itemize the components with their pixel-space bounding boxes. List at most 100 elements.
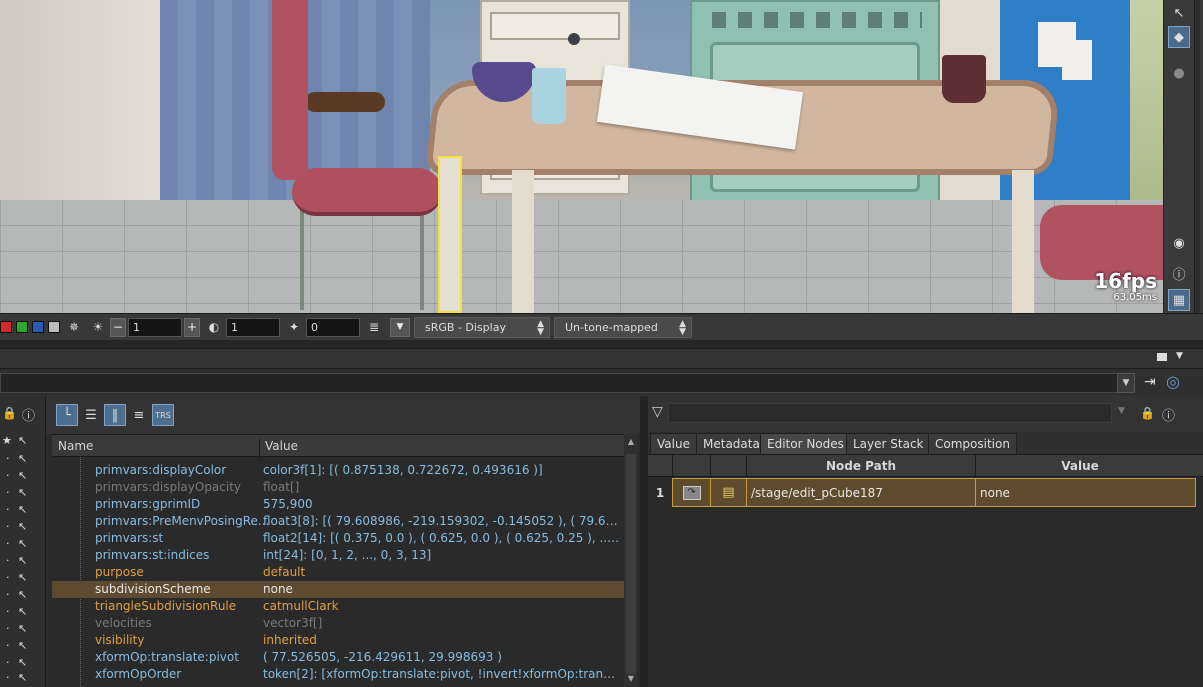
- filter-dropdown-icon[interactable]: ▼: [1118, 406, 1125, 416]
- gamma-icon[interactable]: ✵: [64, 317, 84, 337]
- red-channel-swatch[interactable]: [0, 321, 12, 333]
- property-value: default: [263, 565, 306, 579]
- scene-viewport[interactable]: 16fps 63.05ms: [0, 0, 1163, 313]
- note-icon: ▤: [722, 485, 735, 500]
- rows-view-icon[interactable]: ≡: [128, 404, 150, 426]
- lut-icon[interactable]: ≣: [364, 317, 384, 337]
- table-row[interactable]: primvars:gprimID 575,900: [52, 496, 624, 513]
- scroll-down-icon[interactable]: ▼: [626, 674, 636, 683]
- trs-icon[interactable]: TRS: [152, 404, 174, 426]
- link-icon[interactable]: ◎: [1166, 372, 1180, 391]
- pointer-icon[interactable]: ↖: [1168, 2, 1190, 24]
- table-row[interactable]: primvars:displayOpacity float[]: [52, 479, 624, 496]
- list-item[interactable]: · ↖: [0, 571, 44, 588]
- table-row[interactable]: xformOp:translate:pivot ( 77.526505, -216…: [52, 649, 624, 666]
- side-divider[interactable]: [1194, 0, 1200, 313]
- info-icon[interactable]: ⓘ: [1168, 262, 1190, 284]
- vertical-splitter[interactable]: [640, 396, 648, 687]
- decrement-button[interactable]: −: [110, 317, 126, 337]
- list-item[interactable]: · ↖: [0, 639, 44, 656]
- list-item[interactable]: · ↖: [0, 588, 44, 605]
- table-row[interactable]: primvars:displayColor color3f[1]: [( 0.87…: [52, 462, 624, 479]
- property-name: visibility: [95, 633, 145, 647]
- scrollbar-thumb[interactable]: [626, 454, 636, 674]
- lock-icon[interactable]: 🔒: [2, 406, 17, 420]
- scene-graph-toolbar: └ ☰ ‖ ≡ TRS: [46, 396, 643, 434]
- brightness-icon[interactable]: ✦: [284, 317, 304, 337]
- alpha-channel-swatch[interactable]: [48, 321, 60, 333]
- colorspace-label: sRGB - Display: [425, 320, 506, 334]
- lock-icon[interactable]: 🔒: [1140, 406, 1155, 420]
- pin-icon[interactable]: ⇥: [1144, 374, 1156, 390]
- list-item[interactable]: · ↖: [0, 622, 44, 639]
- table-row[interactable]: visibility inherited: [52, 632, 624, 649]
- columns-view-icon[interactable]: ‖: [104, 404, 126, 426]
- node-path-column-header[interactable]: Node Path: [747, 459, 975, 473]
- column-separator[interactable]: [259, 439, 260, 461]
- left-mini-column: 🔒 ⓘ ★ ↖ · ↖ · ↖ · ↖ · ↖ · ↖ · ↖ · ↖ · ↖ · ↖ · ↖ · ↖ …: [0, 396, 46, 687]
- scene-drawer: [490, 12, 620, 40]
- table-row[interactable]: triangleSubdivisionRule catmullClark: [52, 598, 624, 615]
- name-column-header[interactable]: Name: [58, 439, 93, 453]
- path-dropdown-icon[interactable]: ▼: [1117, 373, 1135, 393]
- tonemap-select[interactable]: Un-tone-mapped ▲ ▼: [554, 316, 692, 338]
- tab-layer-stack[interactable]: Layer Stack: [846, 433, 931, 454]
- tab-composition[interactable]: Composition: [928, 433, 1017, 454]
- dropdown-arrow-icon[interactable]: ▼: [390, 317, 410, 337]
- list-item[interactable]: · ↖: [0, 605, 44, 622]
- table-row[interactable]: subdivisionScheme none: [52, 581, 624, 598]
- table-row[interactable]: primvars:PreMenvPosingRe... float3[8]: [(…: [52, 513, 624, 530]
- scene-floor: [0, 200, 1163, 313]
- path-input[interactable]: [0, 373, 1135, 393]
- value-column-header[interactable]: Value: [265, 439, 298, 453]
- help-icon[interactable]: ⓘ: [22, 405, 35, 424]
- tree-view-icon[interactable]: └: [56, 404, 78, 426]
- gamma-field[interactable]: 1: [226, 317, 280, 337]
- table-row[interactable]: xformOpOrder token[2]: [xformOp:translate…: [52, 666, 624, 683]
- pane-menu-icon[interactable]: ▼: [1176, 351, 1183, 361]
- tab-editor-nodes[interactable]: Editor Nodes: [760, 433, 851, 454]
- exposure-icon[interactable]: ☀: [88, 317, 108, 337]
- table-row[interactable]: primvars:st float2[14]: [( 0.375, 0.0 ), …: [52, 530, 624, 547]
- node-path-cell[interactable]: /stage/edit_pCube187: [747, 479, 976, 506]
- grid-icon[interactable]: ▦: [1168, 289, 1190, 311]
- sphere-icon[interactable]: ●: [1168, 62, 1190, 84]
- table-row[interactable]: ↷ ▤ /stage/edit_pCube187 none: [672, 478, 1196, 507]
- list-item[interactable]: · ↖: [0, 671, 44, 687]
- list-item[interactable]: ★ ↖: [0, 434, 44, 451]
- help-icon[interactable]: ⓘ: [1162, 405, 1175, 424]
- list-view-icon[interactable]: ☰: [80, 404, 102, 426]
- list-item[interactable]: · ↖: [0, 486, 44, 503]
- offset-field[interactable]: 0: [306, 317, 360, 337]
- list-item[interactable]: · ↖: [0, 554, 44, 571]
- pane-splitter[interactable]: [0, 340, 1203, 348]
- list-item[interactable]: · ↖: [0, 469, 44, 486]
- list-item[interactable]: · ↖: [0, 503, 44, 520]
- list-item[interactable]: · ↖: [0, 520, 44, 537]
- scrollbar[interactable]: ▲ ▼: [624, 434, 638, 687]
- property-name: primvars:displayColor: [95, 463, 227, 477]
- list-item[interactable]: · ↖: [0, 452, 44, 469]
- filter-input[interactable]: [668, 403, 1112, 423]
- table-row[interactable]: velocities vector3f[]: [52, 615, 624, 632]
- filter-icon[interactable]: ▽: [652, 404, 663, 420]
- colorspace-select[interactable]: sRGB - Display ▲ ▼: [414, 316, 550, 338]
- increment-button[interactable]: +: [184, 317, 200, 337]
- list-item[interactable]: · ↖: [0, 537, 44, 554]
- node-value-cell[interactable]: none: [976, 479, 1196, 506]
- table-row[interactable]: purpose default: [52, 564, 624, 581]
- edit-node-icon: ↷: [682, 485, 701, 500]
- blue-channel-swatch[interactable]: [32, 321, 44, 333]
- maximize-icon[interactable]: [1157, 353, 1167, 361]
- eye-icon[interactable]: ◉: [1168, 232, 1190, 254]
- tab-metadata[interactable]: Metadata: [696, 433, 767, 454]
- snap-icon[interactable]: ◆: [1168, 26, 1190, 48]
- contrast-icon[interactable]: ◐: [204, 317, 224, 337]
- exposure-field[interactable]: 1: [128, 317, 182, 337]
- scroll-up-icon[interactable]: ▲: [626, 437, 636, 446]
- green-channel-swatch[interactable]: [16, 321, 28, 333]
- tab-value[interactable]: Value: [650, 433, 697, 454]
- selected-table-leg[interactable]: [438, 156, 462, 313]
- value-column-header[interactable]: Value: [976, 459, 1184, 473]
- table-row[interactable]: primvars:st:indices int[24]: [0, 1, 2, ..…: [52, 547, 624, 564]
